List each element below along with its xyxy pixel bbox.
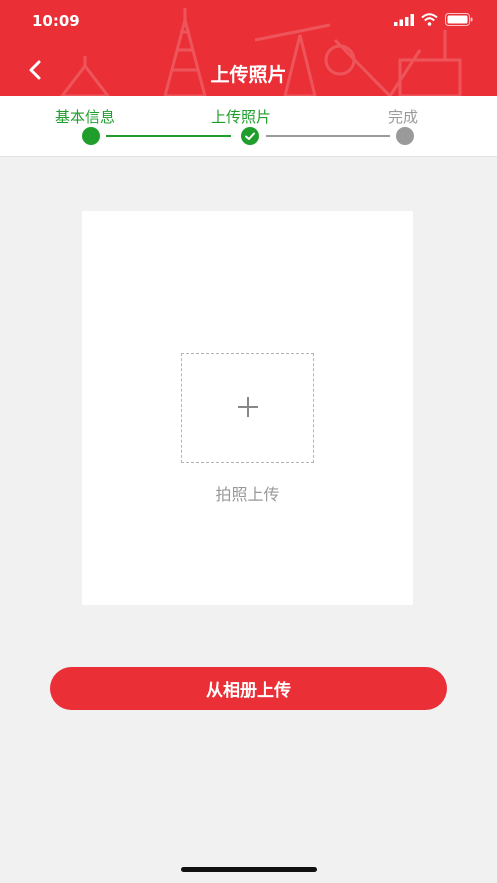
step-label-basic-info: 基本信息 xyxy=(55,108,116,126)
wifi-icon xyxy=(421,13,438,26)
step-label-complete: 完成 xyxy=(388,108,419,126)
home-indicator xyxy=(181,867,317,872)
check-icon xyxy=(245,132,255,140)
plus-icon xyxy=(238,397,258,417)
progress-steps: 基本信息 上传照片 完成 xyxy=(0,96,497,157)
status-time: 10:09 xyxy=(32,12,80,30)
battery-icon xyxy=(445,13,473,26)
app-header: 10:09 上传照片 xyxy=(0,0,497,96)
step-connector-done xyxy=(106,135,231,137)
status-bar: 10:09 xyxy=(0,0,497,44)
camera-upload-label: 拍照上传 xyxy=(215,485,280,504)
status-icons xyxy=(394,13,473,26)
step-dot-basic-info xyxy=(82,127,100,145)
step-dot-complete xyxy=(396,127,414,145)
upload-from-album-button[interactable]: 从相册上传 xyxy=(50,667,447,710)
page-title: 上传照片 xyxy=(210,64,287,86)
step-dot-upload-photo xyxy=(241,127,259,145)
step-label-upload-photo: 上传照片 xyxy=(211,108,272,126)
camera-upload-box[interactable] xyxy=(181,353,314,463)
step-connector-pending xyxy=(266,135,390,137)
signal-bars-icon xyxy=(394,13,414,26)
